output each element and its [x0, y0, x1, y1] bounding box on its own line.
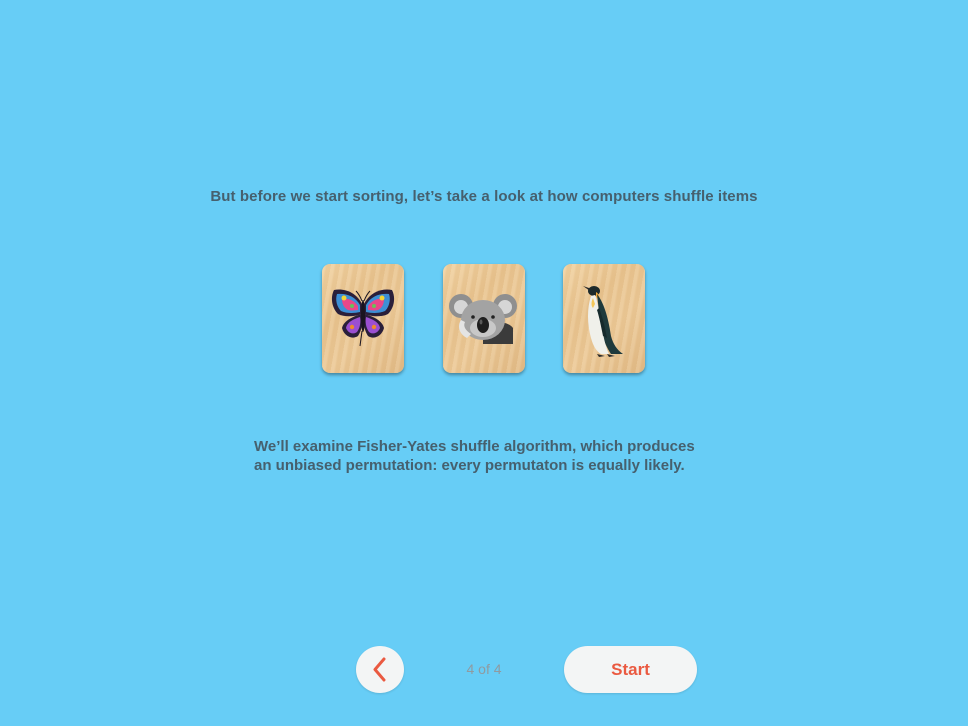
intro-text: But before we start sorting, let’s take …	[210, 188, 758, 205]
chevron-left-icon	[373, 657, 386, 682]
animal-card-penguin[interactable]	[563, 264, 645, 373]
explanation-text: We’ll examine Fisher-Yates shuffle algor…	[254, 437, 734, 475]
animal-card-koala[interactable]	[443, 264, 525, 373]
start-button[interactable]: Start	[564, 646, 697, 693]
koala-icon	[449, 294, 517, 344]
back-button[interactable]	[356, 646, 404, 693]
animal-card-butterfly[interactable]	[322, 264, 404, 373]
explanation-line-2: an unbiased permutation: every permutato…	[254, 457, 685, 474]
page-indicator: 4 of 4	[466, 661, 502, 677]
butterfly-icon	[331, 289, 395, 347]
explanation-line-1: We’ll examine Fisher-Yates shuffle algor…	[254, 438, 695, 455]
penguin-icon	[583, 286, 623, 357]
